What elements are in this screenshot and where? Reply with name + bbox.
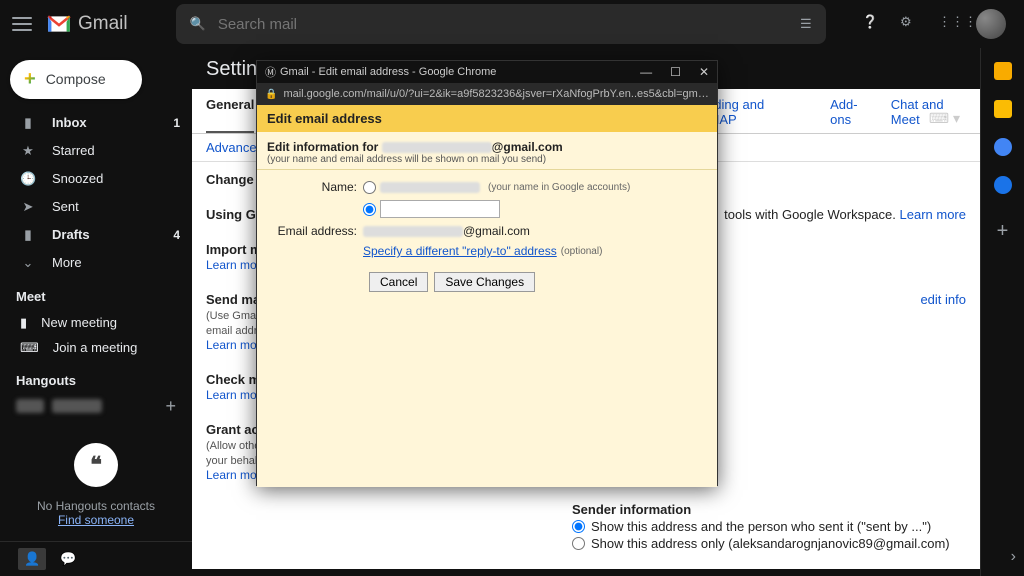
side-panel: + › bbox=[980, 48, 1024, 576]
app-name: Gmail bbox=[78, 13, 128, 35]
name-input[interactable] bbox=[380, 200, 500, 218]
add-hangout-icon[interactable]: + bbox=[165, 396, 176, 417]
sidebar: + Compose ▮Inbox1★Starred🕒Snoozed➤Sent▮D… bbox=[0, 48, 192, 576]
tab-general[interactable]: General bbox=[206, 97, 254, 133]
add-addon-icon[interactable]: + bbox=[997, 220, 1009, 243]
email-label: Email address: bbox=[267, 224, 363, 238]
hangouts-bubble-icon: ❝ bbox=[74, 443, 118, 487]
keyboard-icon: ⌨ bbox=[20, 340, 39, 356]
settings-gear-icon[interactable]: ⚙ bbox=[900, 14, 920, 34]
search-options-icon[interactable]: ☰ bbox=[800, 16, 812, 32]
nav-icon: ➤ bbox=[20, 199, 36, 215]
hangouts-user[interactable]: + bbox=[0, 394, 192, 419]
search-bar[interactable]: 🔍 ☰ bbox=[176, 4, 826, 44]
nav-icon: ★ bbox=[20, 143, 36, 159]
join-meeting-button[interactable]: ⌨Join a meeting bbox=[0, 335, 192, 360]
nav-icon: ▮ bbox=[20, 115, 36, 131]
menu-icon[interactable] bbox=[12, 17, 32, 31]
minimize-icon[interactable]: — bbox=[640, 65, 652, 79]
popup-url: mail.google.com/mail/u/0/?ui=2&ik=a9f582… bbox=[283, 88, 709, 100]
sender-info-header: Sender information bbox=[572, 502, 691, 517]
help-icon[interactable]: ❔ bbox=[862, 14, 882, 34]
meet-header: Meet bbox=[0, 277, 192, 310]
learn-more-link[interactable]: Learn more bbox=[900, 207, 966, 222]
search-input[interactable] bbox=[218, 16, 800, 33]
gmail-logo[interactable]: Gmail bbox=[46, 13, 128, 35]
edit-email-popup: Ⓜ Gmail - Edit email address - Google Ch… bbox=[256, 60, 718, 486]
top-bar: Gmail 🔍 ☰ ❔ ⚙ ⋮⋮⋮ bbox=[0, 0, 1024, 48]
edit-info-link[interactable]: edit info bbox=[920, 292, 966, 352]
search-icon: 🔍 bbox=[190, 16, 206, 32]
hangouts-header: Hangouts bbox=[0, 361, 192, 394]
nav-starred[interactable]: ★Starred bbox=[0, 137, 192, 165]
save-button[interactable]: Save Changes bbox=[434, 272, 535, 292]
nav-icon: ⌄ bbox=[20, 255, 36, 271]
name-label: Name: bbox=[267, 180, 363, 194]
new-meeting-button[interactable]: ▮New meeting bbox=[0, 310, 192, 335]
compose-button[interactable]: + Compose bbox=[10, 60, 142, 99]
account-avatar[interactable] bbox=[976, 9, 1006, 39]
contacts-icon[interactable] bbox=[994, 176, 1012, 194]
popup-header: Edit email address bbox=[257, 105, 717, 132]
close-icon[interactable]: ✕ bbox=[699, 65, 709, 79]
apps-grid-icon[interactable]: ⋮⋮⋮ bbox=[938, 14, 958, 34]
keep-icon[interactable] bbox=[994, 100, 1012, 118]
calendar-icon[interactable] bbox=[994, 62, 1012, 80]
name-radio-2[interactable] bbox=[363, 203, 376, 216]
nav-icon: 🕒 bbox=[20, 171, 36, 187]
chat-icon[interactable]: 💬 bbox=[60, 551, 76, 567]
nav-inbox[interactable]: ▮Inbox1 bbox=[0, 109, 192, 137]
popup-favicon: Ⓜ bbox=[265, 64, 276, 80]
nav-icon: ▮ bbox=[20, 227, 36, 243]
camera-icon: ▮ bbox=[20, 315, 27, 331]
input-tools-icon[interactable]: ⌨ ▾ bbox=[929, 110, 960, 127]
nav-sent[interactable]: ➤Sent bbox=[0, 193, 192, 221]
popup-window-title: Gmail - Edit email address - Google Chro… bbox=[280, 66, 496, 78]
plus-icon: + bbox=[24, 68, 36, 91]
popup-titlebar[interactable]: Ⓜ Gmail - Edit email address - Google Ch… bbox=[257, 61, 717, 83]
tasks-icon[interactable] bbox=[994, 138, 1012, 156]
cancel-button[interactable]: Cancel bbox=[369, 272, 428, 292]
person-icon[interactable]: 👤 bbox=[18, 548, 46, 570]
sidebar-footer: 👤 💬 bbox=[0, 541, 192, 576]
reply-to-link[interactable]: Specify a different "reply-to" address bbox=[363, 244, 557, 258]
sender-opt2-radio[interactable] bbox=[572, 537, 585, 550]
nav-snoozed[interactable]: 🕒Snoozed bbox=[0, 165, 192, 193]
maximize-icon[interactable]: ☐ bbox=[670, 65, 681, 79]
name-radio-1[interactable] bbox=[363, 181, 376, 194]
sender-opt1-radio[interactable] bbox=[572, 520, 585, 533]
hangouts-empty: ❝ No Hangouts contacts Find someone bbox=[0, 419, 192, 541]
nav-more[interactable]: ⌄More bbox=[0, 249, 192, 277]
collapse-panel-icon[interactable]: › bbox=[1011, 548, 1016, 566]
find-someone-link[interactable]: Find someone bbox=[58, 513, 134, 527]
nav-drafts[interactable]: ▮Drafts4 bbox=[0, 221, 192, 249]
lock-icon: 🔒 bbox=[265, 89, 277, 100]
tab-add-ons[interactable]: Add-ons bbox=[830, 97, 873, 133]
popup-addressbar[interactable]: 🔒 mail.google.com/mail/u/0/?ui=2&ik=a9f5… bbox=[257, 83, 717, 105]
compose-label: Compose bbox=[46, 71, 106, 87]
